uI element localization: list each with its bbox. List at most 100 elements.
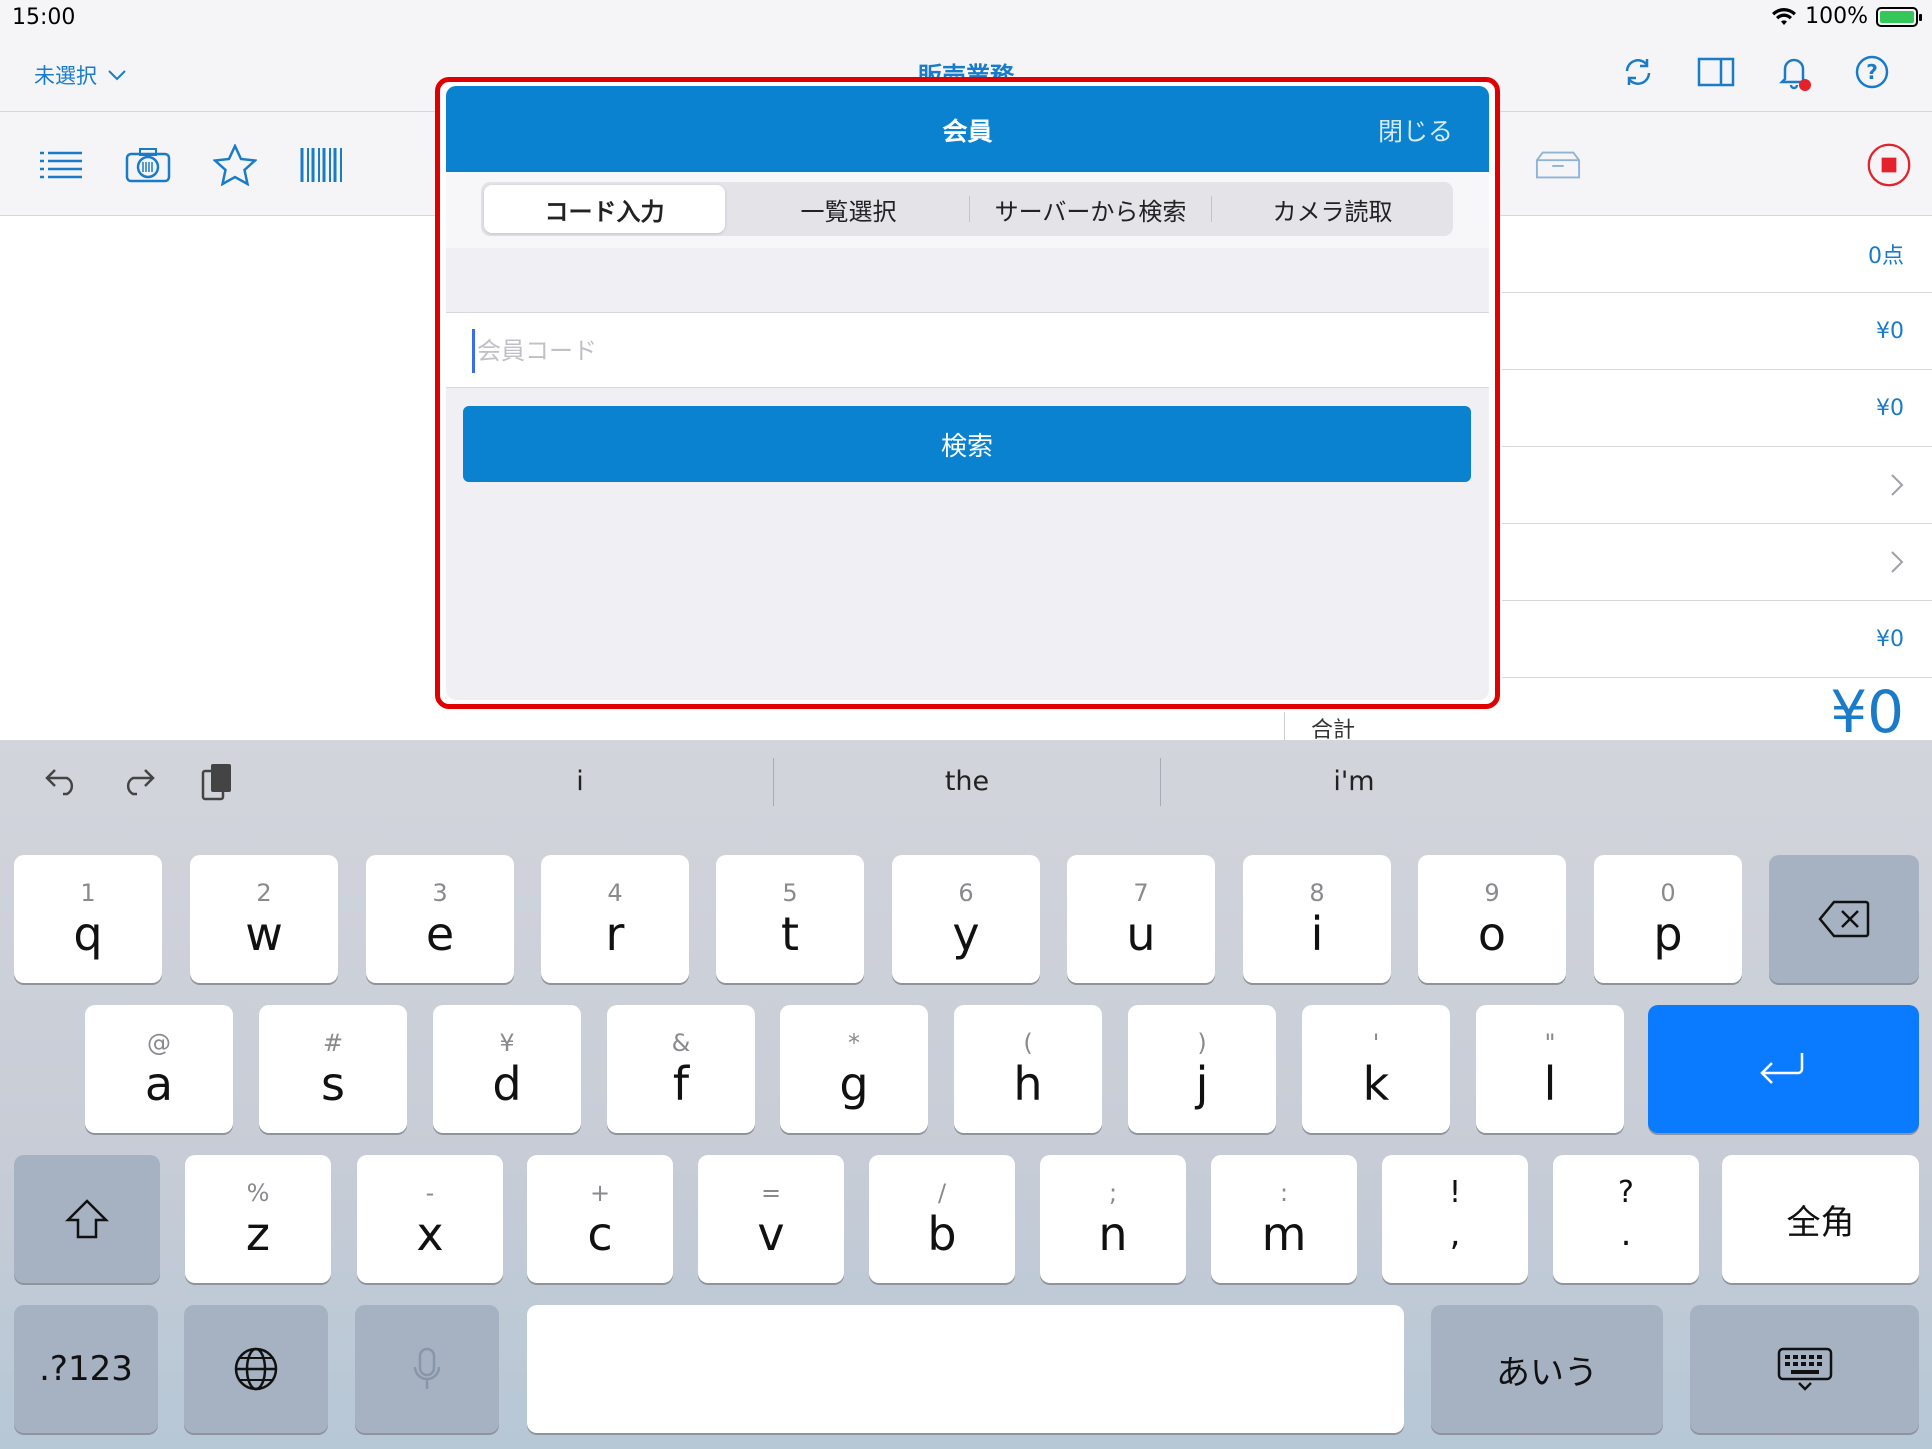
key-z[interactable]: % z (185, 1155, 331, 1283)
return-key[interactable] (1648, 1005, 1919, 1133)
tab-server-search[interactable]: サーバーから検索 (970, 182, 1211, 236)
suggestion-bar: i the i'm (0, 740, 1932, 822)
split-view-button[interactable] (1696, 52, 1736, 92)
shift-icon (64, 1199, 110, 1239)
suggestion-2[interactable]: the (777, 766, 1157, 797)
suggestion-1[interactable]: i (390, 766, 770, 797)
help-icon: ? (1855, 55, 1889, 89)
status-bar: 15:00 100% (0, 0, 1932, 40)
key-b[interactable]: / b (869, 1155, 1015, 1283)
search-button[interactable]: 検索 (463, 406, 1471, 482)
clipboard-icon (201, 764, 231, 801)
suggestion-3[interactable]: i'm (1164, 766, 1544, 797)
member-code-row (446, 312, 1489, 388)
help-button[interactable]: ? (1852, 52, 1892, 92)
list-icon (40, 151, 82, 179)
chevron-right-icon (1891, 474, 1904, 496)
microphone-icon (413, 1347, 441, 1389)
key-w[interactable]: 2w (190, 855, 338, 983)
redo-icon (126, 769, 155, 796)
undo-button[interactable] (40, 760, 82, 802)
shift-key[interactable] (14, 1155, 160, 1283)
total-value: ¥0 (1830, 678, 1904, 746)
wifi-icon (1772, 7, 1797, 25)
summary-row-tax: ¥0 (1502, 370, 1932, 447)
close-button[interactable]: 閉じる (1378, 112, 1453, 148)
key-v[interactable]: = v (698, 1155, 844, 1283)
undo-icon (45, 769, 74, 796)
redo-button[interactable] (118, 760, 160, 802)
key-n[interactable]: ; n (1040, 1155, 1186, 1283)
stop-icon (1867, 143, 1911, 187)
key-e[interactable]: 3e (366, 855, 514, 983)
key-q[interactable]: 1q (14, 855, 162, 983)
list-button[interactable] (38, 142, 84, 188)
key-m[interactable]: :m (1211, 1155, 1357, 1283)
barcode-icon (300, 148, 342, 182)
cash-drawer-button[interactable] (1535, 142, 1581, 188)
dismiss-keyboard-key[interactable] (1690, 1305, 1919, 1433)
summary-row-discount[interactable] (1502, 447, 1932, 524)
keyboard-dismiss-icon (1777, 1347, 1832, 1391)
key-c[interactable]: + c (527, 1155, 673, 1283)
key-r[interactable]: 4r (541, 855, 689, 983)
suggestion-divider (773, 758, 774, 806)
space-key[interactable] (527, 1305, 1404, 1433)
member-code-input[interactable] (472, 329, 1452, 373)
member-modal: 会員 閉じる コード入力 一覧選択 サーバーから検索 カメラ読取 検索 (446, 86, 1489, 700)
summary-row-other: ¥0 (1502, 601, 1932, 678)
summary-row-subtotal: ¥0 (1502, 293, 1932, 370)
key-x[interactable]: -x (357, 1155, 503, 1283)
refresh-icon (1625, 59, 1651, 85)
drawer-icon (1535, 151, 1581, 179)
chevron-right-icon (1891, 551, 1904, 573)
key-f[interactable]: & f (607, 1005, 755, 1133)
sync-button[interactable] (1618, 52, 1658, 92)
tab-camera-read[interactable]: カメラ読取 (1212, 182, 1453, 236)
star-icon (213, 144, 257, 186)
numbers-key[interactable]: .?123 (14, 1305, 158, 1433)
item-count: 0点 (1502, 216, 1932, 293)
status-indicators: 100% (1771, 4, 1922, 29)
favorites-button[interactable] (212, 142, 258, 188)
key-l[interactable]: " l (1476, 1005, 1624, 1133)
key-a[interactable]: @ a (85, 1005, 233, 1133)
notifications-button[interactable] (1774, 52, 1814, 92)
modal-title: 会員 (942, 117, 993, 146)
zenkaku-key[interactable]: 全角 (1722, 1155, 1919, 1283)
key-k[interactable]: ' k (1302, 1005, 1450, 1133)
key-t[interactable]: 5t (716, 855, 864, 983)
key-p[interactable]: 0p (1594, 855, 1742, 983)
stop-button[interactable] (1866, 142, 1912, 188)
barcode-button[interactable] (299, 142, 345, 188)
camera-icon (125, 148, 171, 183)
key-u[interactable]: 7u (1067, 855, 1215, 983)
tab-list-select[interactable]: 一覧選択 (728, 182, 969, 236)
sales-summary: 0点 ¥0 ¥0 ¥0 (1502, 216, 1932, 678)
backspace-key[interactable] (1769, 855, 1919, 983)
tab-code-input[interactable]: コード入力 (484, 185, 725, 233)
camera-scan-button[interactable] (125, 142, 171, 188)
modal-header: 会員 閉じる (446, 86, 1489, 172)
key-question-period[interactable]: ?. (1553, 1155, 1699, 1283)
return-icon (1759, 1053, 1803, 1084)
dictation-key[interactable] (355, 1305, 499, 1433)
key-y[interactable]: 6y (892, 855, 1040, 983)
key-g[interactable]: * g (780, 1005, 928, 1133)
key-o[interactable]: 9o (1418, 855, 1566, 983)
globe-key[interactable] (184, 1305, 328, 1433)
key-i[interactable]: 8i (1243, 855, 1391, 983)
status-time: 15:00 (12, 5, 76, 30)
key-exclaim-comma[interactable]: !, (1382, 1155, 1528, 1283)
summary-row-points[interactable] (1502, 524, 1932, 601)
key-j[interactable]: ) j (1128, 1005, 1276, 1133)
paste-button[interactable] (196, 760, 238, 802)
key-s[interactable]: # s (259, 1005, 407, 1133)
globe-icon (234, 1347, 278, 1391)
key-d[interactable]: ¥ d (433, 1005, 581, 1133)
segmented-control-bar: コード入力 一覧選択 サーバーから検索 カメラ読取 (446, 172, 1489, 248)
key-h[interactable]: (h (954, 1005, 1102, 1133)
onscreen-keyboard: i the i'm 1q 2w 3e 4r 5t 6y 7u 8i 9o 0p … (0, 740, 1932, 1449)
kana-key[interactable]: あいう (1431, 1305, 1663, 1433)
battery-icon (1876, 6, 1922, 27)
